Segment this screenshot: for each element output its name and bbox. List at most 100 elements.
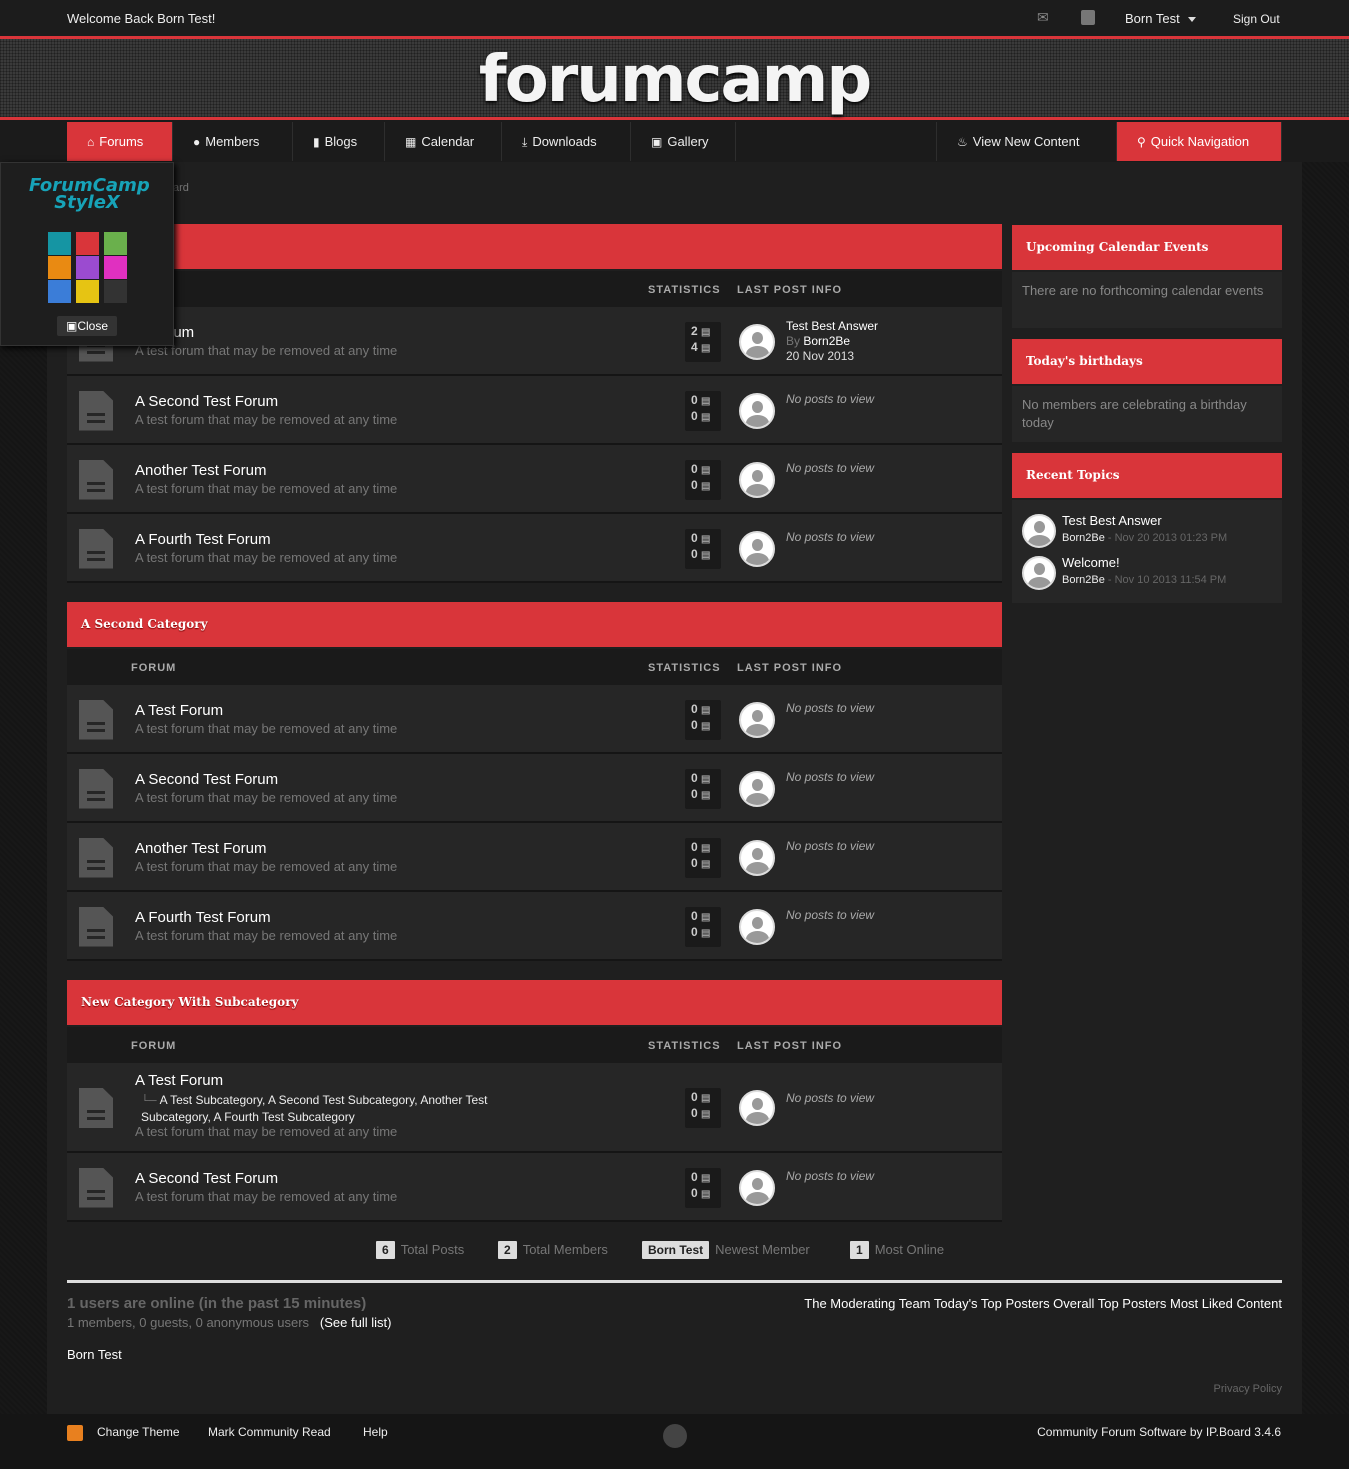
forum-title[interactable]: Another Test Forum: [135, 840, 266, 857]
sign-out-link[interactable]: Sign Out: [1233, 12, 1280, 26]
forum-title[interactable]: A Second Test Forum: [135, 393, 278, 410]
table-row[interactable]: A Test Forum A test forum that may be rem…: [67, 685, 1002, 754]
avatar[interactable]: [739, 323, 775, 360]
forum-title[interactable]: A Second Test Forum: [135, 771, 278, 788]
site-logo[interactable]: forumcamp: [0, 43, 1349, 117]
tab-gallery[interactable]: ▣ Gallery: [631, 122, 736, 161]
forum-stats: 0 ▤ 0 ▤: [685, 768, 721, 809]
avatar[interactable]: [739, 1090, 775, 1126]
forum-description: A test forum that may be removed at any …: [135, 928, 398, 943]
subforum-link[interactable]: A Fourth Test Subcategory: [214, 1110, 355, 1124]
avatar[interactable]: [739, 392, 775, 429]
envelope-icon[interactable]: ✉: [1037, 10, 1053, 24]
breadcrumb[interactable]: ard: [173, 182, 189, 194]
color-swatch[interactable]: [76, 232, 99, 255]
avatar[interactable]: [739, 701, 775, 738]
file-icon: ▤: [701, 842, 711, 854]
help-link[interactable]: Help: [363, 1425, 388, 1439]
category-title[interactable]: A Second Category: [67, 602, 1002, 647]
rss-icon[interactable]: [67, 1425, 83, 1441]
forum-title[interactable]: A Fourth Test Forum: [135, 531, 271, 548]
contact-card-icon[interactable]: [1081, 10, 1095, 25]
back-to-top-icon[interactable]: [663, 1424, 687, 1448]
recent-topic-title[interactable]: Test Best Answer: [1062, 512, 1162, 530]
forum-title[interactable]: Another Test Forum: [135, 462, 266, 479]
view-new-content-button[interactable]: ♨ View New Content: [936, 122, 1117, 161]
change-theme-link[interactable]: Change Theme: [97, 1425, 180, 1439]
table-row[interactable]: A Second Test Forum A test forum that may…: [67, 376, 1002, 445]
last-post-title[interactable]: Test Best Answer: [786, 319, 878, 333]
column-forum: FORUM: [131, 662, 177, 674]
color-swatch[interactable]: [104, 280, 127, 303]
table-row[interactable]: Another Test Forum A test forum that may …: [67, 445, 1002, 514]
tab-downloads[interactable]: ⤓ Downloads: [502, 122, 631, 161]
map-marker-icon: ⚲: [1137, 135, 1146, 149]
tab-forums[interactable]: ⌂ Forums: [67, 122, 173, 161]
avatar[interactable]: [739, 770, 775, 807]
forum-read-icon: [79, 1167, 113, 1208]
home-icon: ⌂: [87, 135, 95, 149]
birthdays-widget-title: Today's birthdays: [1012, 339, 1282, 384]
recent-topic-item[interactable]: Welcome! Born2Be - Nov 10 2013 11:54 PM: [1022, 554, 1272, 598]
no-posts-text: No posts to view: [786, 908, 875, 922]
avatar[interactable]: [739, 839, 775, 876]
tab-members[interactable]: ● Members: [173, 122, 293, 161]
privacy-policy-link[interactable]: Privacy Policy: [1214, 1383, 1282, 1395]
forum-title[interactable]: A Second Test Forum: [135, 1170, 278, 1187]
see-full-list-link[interactable]: (See full list): [320, 1315, 392, 1330]
table-row[interactable]: A Test Forum └─ A Test Subcategory, A Sec…: [67, 1063, 1002, 1153]
topic-count: 0: [691, 392, 698, 407]
avatar[interactable]: [739, 461, 775, 498]
leaders-links[interactable]: The Moderating Team Today's Top Posters …: [804, 1296, 1282, 1311]
table-row[interactable]: A Fourth Test Forum A test forum that may…: [67, 514, 1002, 583]
avatar[interactable]: [739, 530, 775, 567]
color-swatch[interactable]: [48, 280, 71, 303]
tab-blogs[interactable]: ▮ Blogs: [293, 122, 385, 161]
close-button[interactable]: ▣Close: [57, 316, 118, 336]
forum-title[interactable]: A Test Forum: [135, 702, 223, 719]
forum-read-icon: [79, 528, 113, 569]
tab-calendar[interactable]: ▦ Calendar: [385, 122, 502, 161]
last-post-author[interactable]: Born2Be: [803, 334, 850, 348]
close-icon: ▣: [66, 319, 78, 333]
file-icon: ▤: [701, 1109, 711, 1120]
stat-newest-member[interactable]: Born Test Newest Member: [642, 1241, 810, 1259]
forum-description: A test forum that may be removed at any …: [135, 550, 398, 565]
powered-by-text: Community Forum Software by IP.Board 3.4…: [1037, 1425, 1281, 1439]
color-swatch[interactable]: [104, 256, 127, 279]
avatar[interactable]: [739, 908, 775, 945]
header-banner: forumcamp: [0, 36, 1349, 120]
color-swatch[interactable]: [48, 256, 71, 279]
recent-topic-item[interactable]: Test Best Answer Born2Be - Nov 20 2013 0…: [1022, 512, 1272, 556]
quick-navigation-button[interactable]: ⚲ Quick Navigation: [1117, 122, 1282, 161]
category-title[interactable]: New Category With Subcategory: [67, 980, 1002, 1025]
table-row[interactable]: A Second Test Forum A test forum that may…: [67, 1153, 1002, 1222]
online-user-link[interactable]: Born Test: [67, 1347, 122, 1362]
color-swatch[interactable]: [48, 232, 71, 255]
user-menu[interactable]: Born Test: [1125, 11, 1196, 26]
subforum-link[interactable]: A Second Test Subcategory: [268, 1093, 414, 1107]
forum-read-icon: [79, 768, 113, 809]
table-row[interactable]: st ForumA test forum that may be removed…: [67, 307, 1002, 376]
topic-count: 0: [691, 839, 698, 854]
post-count: 0: [691, 786, 698, 801]
forum-title[interactable]: A Test Forum: [135, 1072, 223, 1089]
forum-title[interactable]: A Fourth Test Forum: [135, 909, 271, 926]
recent-topic-author[interactable]: Born2Be: [1062, 574, 1105, 586]
table-row[interactable]: A Second Test Forum A test forum that may…: [67, 754, 1002, 823]
column-statistics: STATISTICS: [648, 284, 721, 296]
topic-count: 0: [691, 1090, 698, 1104]
table-row[interactable]: Another Test Forum A test forum that may …: [67, 823, 1002, 892]
avatar[interactable]: [739, 1169, 775, 1206]
recent-topic-author[interactable]: Born2Be: [1062, 532, 1105, 544]
category-title[interactable]: ry: [67, 224, 1002, 269]
color-swatch[interactable]: [76, 256, 99, 279]
forum-description: A test forum that may be removed at any …: [135, 1124, 398, 1139]
color-swatch[interactable]: [76, 280, 99, 303]
mark-community-read-link[interactable]: Mark Community Read: [208, 1425, 331, 1439]
color-swatch[interactable]: [104, 232, 127, 255]
table-row[interactable]: A Fourth Test Forum A test forum that may…: [67, 892, 1002, 961]
topic-count: 0: [691, 530, 698, 545]
recent-topic-title[interactable]: Welcome!: [1062, 554, 1120, 572]
subforum-link[interactable]: A Test Subcategory: [160, 1093, 262, 1107]
